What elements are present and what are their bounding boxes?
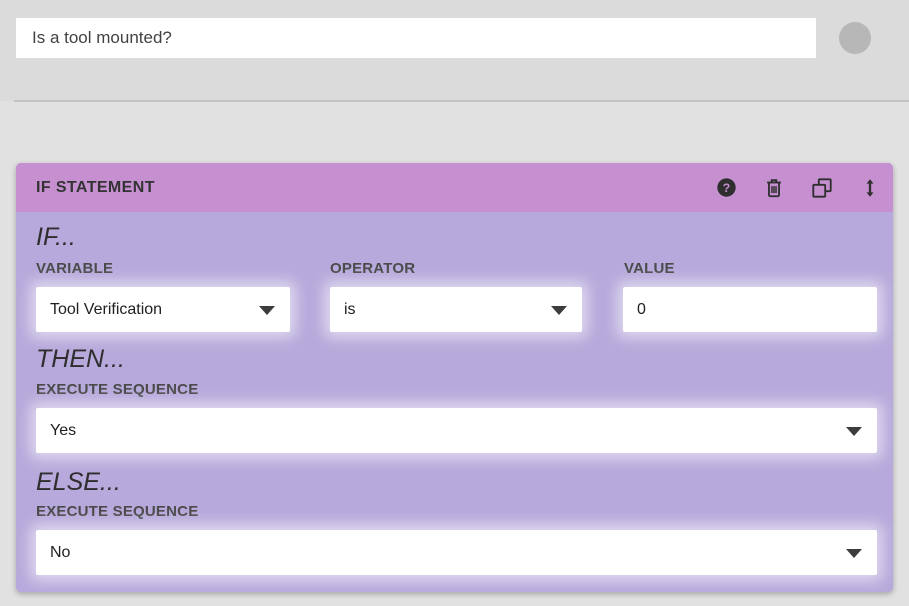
else-section-label: ELSE...	[36, 468, 121, 497]
then-sequence-select-value: Yes	[50, 422, 76, 440]
chevron-down-icon	[846, 427, 862, 436]
chevron-down-icon	[846, 549, 862, 558]
then-execute-sequence-label: EXECUTE SEQUENCE	[36, 381, 198, 398]
if-section-label: IF...	[36, 223, 76, 252]
if-statement-header: IF STATEMENT ?	[16, 163, 893, 212]
question-input[interactable]	[16, 18, 816, 58]
then-sequence-select[interactable]: Yes	[36, 408, 877, 453]
chevron-down-icon	[259, 306, 275, 315]
then-section-label: THEN...	[36, 345, 125, 374]
svg-text:?: ?	[722, 181, 729, 195]
trash-icon[interactable]	[763, 177, 785, 199]
if-statement-card: IF STATEMENT ?	[16, 163, 893, 592]
else-sequence-select[interactable]: No	[36, 530, 877, 575]
else-sequence-select-value: No	[50, 544, 70, 562]
operator-label: OPERATOR	[330, 260, 415, 277]
card-toolbar: ?	[715, 177, 881, 199]
value-input[interactable]	[623, 287, 877, 332]
operator-select-value: is	[344, 301, 356, 319]
section-divider	[14, 100, 909, 102]
question-section	[0, 0, 909, 101]
card-title: IF STATEMENT	[36, 179, 715, 197]
variable-label: VARIABLE	[36, 260, 113, 277]
else-execute-sequence-label: EXECUTE SEQUENCE	[36, 503, 198, 520]
variable-select[interactable]: Tool Verification	[36, 287, 290, 332]
circle-button[interactable]	[839, 22, 871, 54]
chevron-down-icon	[551, 306, 567, 315]
value-label: VALUE	[624, 260, 675, 277]
program-editor-canvas: IF STATEMENT ?	[0, 0, 909, 606]
operator-select[interactable]: is	[330, 287, 582, 332]
variable-select-value: Tool Verification	[50, 301, 162, 319]
copy-icon[interactable]	[811, 177, 833, 199]
help-icon[interactable]: ?	[715, 177, 737, 199]
move-vertical-icon[interactable]	[859, 177, 881, 199]
